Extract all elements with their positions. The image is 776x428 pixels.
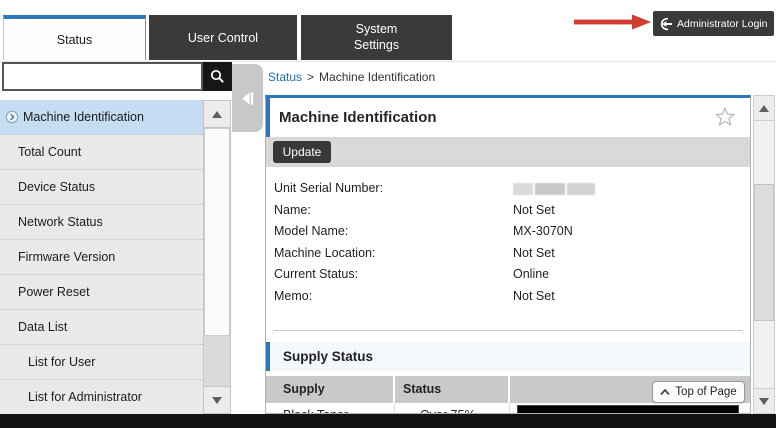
sidebar-scroll-down-button[interactable]	[204, 386, 230, 413]
sidebar-item-label: Firmware Version	[18, 250, 115, 264]
page-scroll-up-button[interactable]	[754, 96, 774, 121]
sidebar-item-label: Total Count	[18, 145, 81, 159]
sidebar-search-input[interactable]	[2, 62, 203, 91]
sidebar-item-list-for-user[interactable]: List for User	[0, 345, 203, 380]
chevron-right-circle-icon	[5, 110, 19, 127]
scroll-down-icon	[759, 398, 769, 405]
field-current-status: Current Status: Online	[266, 264, 750, 286]
search-button[interactable]	[203, 62, 232, 91]
bottom-taskbar	[0, 414, 776, 428]
sidebar-item-label: Data List	[18, 320, 67, 334]
page-scroll-down-button[interactable]	[754, 388, 774, 413]
field-value: Online	[513, 264, 549, 286]
scroll-up-icon	[212, 111, 222, 118]
favorite-star-icon[interactable]	[714, 106, 736, 133]
breadcrumb-separator: >	[307, 70, 314, 84]
field-label: Unit Serial Number:	[266, 181, 383, 195]
panel-title-row: Machine Identification	[266, 98, 750, 137]
field-machine-location: Machine Location: Not Set	[266, 243, 750, 265]
top-of-page-label: Top of Page	[675, 386, 736, 398]
black-toner-level-bar	[517, 405, 739, 414]
device-webui-screen: Status User Control System Settings Admi…	[0, 0, 776, 428]
sidebar-item-label: List for Administrator	[28, 390, 142, 404]
page-title: Machine Identification	[270, 98, 750, 137]
search-icon	[209, 68, 226, 85]
field-name: Name: Not Set	[266, 200, 750, 222]
collapse-left-icon	[240, 91, 255, 106]
tab-user-control[interactable]: User Control	[149, 15, 297, 60]
breadcrumb: Status > Machine Identification	[268, 70, 435, 84]
supply-status-section-header: Supply Status	[266, 342, 750, 371]
column-supply-information: Supply Information	[266, 376, 395, 403]
section-divider	[273, 330, 743, 331]
chevron-up-icon	[660, 388, 670, 396]
sidebar-item-firmware-version[interactable]: Firmware Version	[0, 240, 203, 275]
sidebar-scrollbar[interactable]	[203, 100, 231, 414]
sidebar-item-device-status[interactable]: Device Status	[0, 170, 203, 205]
panel-toolbar: Update	[266, 137, 750, 167]
field-value: Not Set	[513, 200, 555, 222]
field-label: Memo:	[266, 289, 312, 303]
field-label: Name:	[266, 203, 311, 217]
sidebar-item-list-for-administrator[interactable]: List for Administrator	[0, 380, 203, 415]
tab-status[interactable]: Status	[3, 15, 146, 60]
field-memo: Memo: Not Set	[266, 286, 750, 308]
tab-system-settings-label: System Settings	[345, 22, 409, 53]
sidebar-scrollbar-thumb[interactable]	[204, 128, 230, 336]
sidebar-scroll-up-button[interactable]	[204, 101, 230, 128]
annotation-red-arrow-icon	[574, 14, 652, 35]
sidebar-item-total-count[interactable]: Total Count	[0, 135, 203, 170]
sidebar-collapse-handle[interactable]	[232, 64, 263, 132]
sidebar-nav: Machine Identification Total Count Devic…	[0, 100, 203, 415]
supply-status-value: Over 75%	[395, 403, 510, 414]
sidebar-item-network-status[interactable]: Network Status	[0, 205, 203, 240]
administrator-login-label: Administrator Login	[677, 18, 767, 30]
sidebar-item-label: Device Status	[18, 180, 95, 194]
field-label: Machine Location:	[266, 246, 375, 260]
field-model-name: Model Name: MX-3070N	[266, 221, 750, 243]
field-label: Model Name:	[266, 224, 348, 238]
tab-user-control-label: User Control	[188, 31, 258, 45]
sidebar-item-machine-identification[interactable]: Machine Identification	[0, 100, 203, 135]
table-row-black-toner: Black Toner Over 75%	[266, 403, 750, 414]
field-value: Not Set	[513, 286, 555, 308]
field-unit-serial-number: Unit Serial Number:	[266, 178, 750, 200]
breadcrumb-status-link[interactable]: Status	[268, 70, 302, 84]
sidebar-item-data-list[interactable]: Data List	[0, 310, 203, 345]
supply-status-title: Supply Status	[270, 342, 750, 371]
sidebar-item-label: List for User	[28, 355, 95, 369]
page-scrollbar-thumb[interactable]	[754, 184, 774, 321]
sidebar-item-power-reset[interactable]: Power Reset	[0, 275, 203, 310]
login-icon	[659, 17, 673, 31]
machine-identification-panel: Machine Identification Update Unit Seria…	[265, 95, 751, 414]
breadcrumb-current: Machine Identification	[319, 70, 435, 84]
field-label: Current Status:	[266, 267, 358, 281]
scroll-down-icon	[212, 397, 222, 404]
field-value: MX-3070N	[513, 221, 573, 243]
field-value: Not Set	[513, 243, 555, 265]
administrator-login-button[interactable]: Administrator Login	[653, 11, 774, 36]
redacted-serial-number	[513, 183, 595, 195]
scroll-up-icon	[759, 105, 769, 112]
tab-system-settings[interactable]: System Settings	[301, 15, 452, 60]
identification-fields: Unit Serial Number: Name: Not Set Model …	[266, 178, 750, 307]
column-status: Status	[395, 376, 510, 403]
page-scrollbar[interactable]	[753, 95, 775, 414]
update-button[interactable]: Update	[273, 141, 331, 163]
top-of-page-button[interactable]: Top of Page	[652, 381, 745, 403]
supply-name: Black Toner	[266, 403, 395, 414]
sidebar-item-label: Machine Identification	[23, 110, 144, 124]
sidebar-item-label: Power Reset	[18, 285, 90, 299]
tab-status-label: Status	[57, 33, 92, 47]
sidebar-item-label: Network Status	[18, 215, 103, 229]
